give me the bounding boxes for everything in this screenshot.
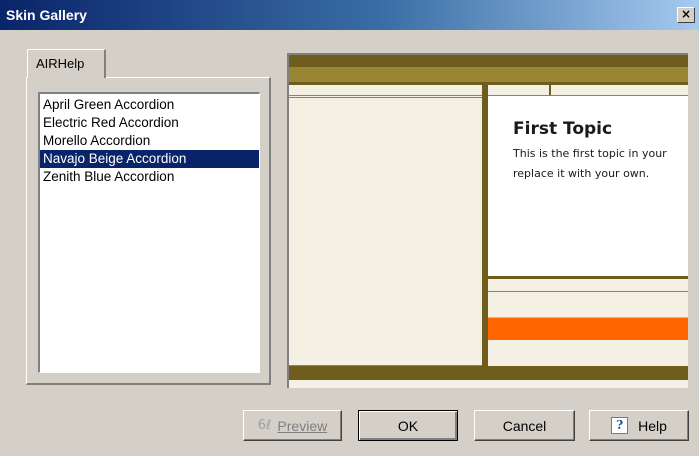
preview-accent-bar: [488, 318, 688, 340]
preview-content-tick: [549, 85, 551, 95]
preview-footer-bar: [289, 366, 688, 380]
cancel-button-label: Cancel: [502, 417, 547, 434]
preview-topic-line-1: This is the first topic in your: [513, 147, 667, 160]
tab-airhelp[interactable]: AIRHelp: [27, 49, 106, 78]
preview-lower-row-1: [488, 279, 688, 292]
window-title: Skin Gallery: [6, 7, 87, 23]
list-item[interactable]: Zenith Blue Accordion: [40, 168, 259, 186]
skin-listbox[interactable]: April Green Accordion Electric Red Accord…: [38, 92, 260, 373]
preview-topic-line-2: replace it with your own.: [513, 167, 650, 180]
cancel-button[interactable]: Cancel: [474, 410, 575, 441]
list-item[interactable]: Morello Accordion: [40, 132, 259, 150]
preview-topic-body: This is the first topic in your replace …: [513, 144, 688, 184]
close-icon[interactable]: ×: [677, 7, 695, 23]
preview-nav-toolbar-line: [289, 97, 482, 98]
list-item[interactable]: April Green Accordion: [40, 96, 259, 114]
ok-button-label: OK: [397, 417, 419, 434]
preview-footer-strip: [289, 380, 688, 388]
preview-nav-toolbar: [289, 85, 482, 96]
tab-label: AIRHelp: [36, 56, 85, 71]
ok-button[interactable]: OK: [358, 410, 458, 441]
title-bar: Skin Gallery ×: [0, 0, 699, 30]
preview-button[interactable]: 6ℓ Preview: [243, 410, 342, 441]
preview-topic-title: First Topic: [513, 119, 613, 139]
preview-lower-row-2: [488, 292, 688, 318]
preview-content-topbar: [488, 85, 688, 96]
help-button-label: Help: [638, 417, 667, 434]
help-button[interactable]: ? Help: [589, 410, 689, 441]
preview-button-label: Preview: [277, 417, 328, 434]
preview-header-band: [289, 67, 688, 82]
preview-header-dark: [289, 55, 688, 67]
skin-preview: First Topic This is the first topic in y…: [287, 53, 688, 388]
list-item[interactable]: Electric Red Accordion: [40, 114, 259, 132]
list-item[interactable]: Navajo Beige Accordion: [40, 150, 259, 168]
help-icon: ?: [611, 417, 629, 434]
glasses-icon: 6ℓ: [257, 418, 272, 433]
